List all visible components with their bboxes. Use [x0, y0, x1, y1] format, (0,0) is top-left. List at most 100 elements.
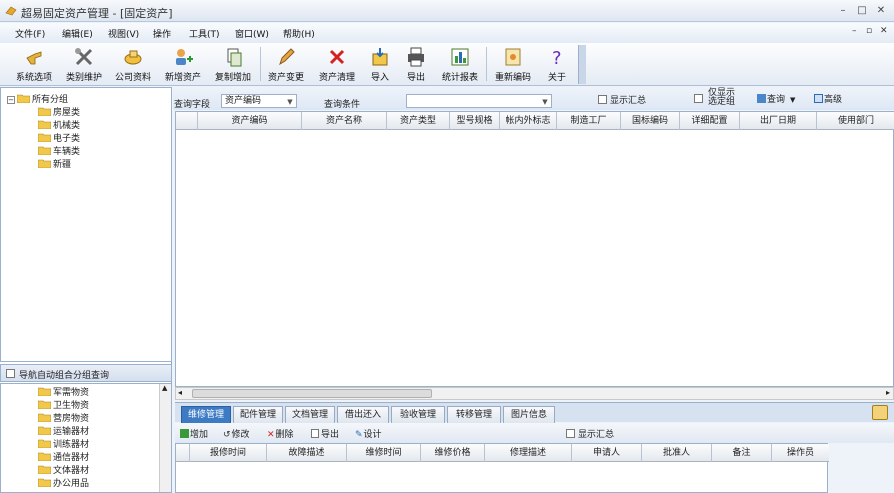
repair-delete-button[interactable]: ✕删除	[267, 427, 294, 440]
repair-add-button[interactable]: 增加	[180, 427, 208, 440]
scroll-right-icon[interactable]: ▸	[886, 388, 890, 397]
query-condition-input[interactable]: ▼	[406, 94, 552, 108]
only-selected-checkbox[interactable]	[694, 94, 703, 103]
repair-edit-button[interactable]: ↺修改	[223, 427, 250, 440]
column-header[interactable]: 资产类型	[387, 112, 450, 130]
menu-operate[interactable]: 操作	[153, 27, 171, 40]
column-header[interactable]: 型号规格	[450, 112, 500, 130]
mdi-close-button[interactable]: ✕	[880, 26, 888, 36]
tab-documents[interactable]: 文档管理	[285, 406, 335, 423]
nav-tree-scrollbar[interactable]: ▲	[159, 384, 171, 492]
repair-show-summary-checkbox[interactable]	[566, 429, 575, 438]
menu-tools[interactable]: 工具(T)	[189, 27, 220, 40]
column-header[interactable]: 资产名称	[302, 112, 387, 130]
nav-auto-group-header[interactable]: 导航自动组合分组查询	[0, 364, 172, 382]
asset-change-button[interactable]: 资产变更	[263, 46, 309, 84]
copy-add-button[interactable]: 复制增加	[210, 46, 256, 84]
column-header[interactable]: 故障描述	[267, 444, 347, 462]
window-title: 超易固定资产管理 - [固定资产]	[21, 7, 173, 20]
menu-view[interactable]: 视图(V)	[108, 27, 139, 40]
import-button[interactable]: 导入	[365, 46, 395, 84]
scroll-left-icon[interactable]: ◂	[178, 388, 182, 397]
nav-item[interactable]: 通信器材	[38, 450, 89, 463]
panel-option-icon[interactable]	[872, 405, 888, 420]
toolbar: 系统选项 类别维护 公司资料 新增资产 复制增加 资产变更 资产清理 导入 导出…	[0, 43, 894, 86]
row-indicator-header	[176, 112, 198, 130]
tree-root[interactable]: − 所有分组	[7, 92, 68, 105]
collapse-icon[interactable]: −	[7, 96, 15, 104]
tab-repair[interactable]: 维修管理	[181, 406, 231, 423]
recode-button[interactable]: 重新编码	[490, 46, 536, 84]
tab-pictures[interactable]: 图片信息	[503, 406, 555, 423]
show-summary-option[interactable]: 显示汇总	[598, 93, 646, 106]
tab-lend-return[interactable]: 借出还入	[337, 406, 389, 423]
tree-item-xinjiang[interactable]: 新疆	[38, 157, 71, 170]
folder-icon	[38, 452, 51, 461]
asset-grid-hscrollbar[interactable]: ◂ ▸	[175, 387, 894, 400]
column-header[interactable]: 详细配置	[680, 112, 740, 130]
tab-acceptance[interactable]: 验收管理	[391, 406, 445, 423]
tab-parts[interactable]: 配件管理	[233, 406, 283, 423]
column-header[interactable]: 出厂日期	[740, 112, 817, 130]
column-header[interactable]: 国标编码	[621, 112, 680, 130]
nav-item[interactable]: 卫生物资	[38, 398, 89, 411]
column-header[interactable]: 修理描述	[485, 444, 572, 462]
delete-x-icon	[329, 49, 345, 65]
scroll-up-icon[interactable]: ▲	[162, 384, 167, 392]
column-header[interactable]: 使用部门	[817, 112, 894, 130]
query-field-select[interactable]: 资产编码 ▼	[221, 94, 297, 108]
column-header[interactable]: 资产编码	[198, 112, 302, 130]
menu-help[interactable]: 帮助(H)	[283, 27, 315, 40]
company-info-button[interactable]: 公司资料	[110, 46, 156, 84]
menu-file[interactable]: 文件(F)	[15, 27, 45, 40]
column-header[interactable]: 申请人	[572, 444, 642, 462]
folder-icon	[38, 120, 51, 129]
nav-item[interactable]: 军需物资	[38, 385, 89, 398]
export-button[interactable]: 导出	[401, 46, 431, 84]
tree-item-electronic[interactable]: 电子类	[38, 131, 80, 144]
nav-item[interactable]: 营房物资	[38, 411, 89, 424]
repair-design-button[interactable]: ✎设计	[355, 427, 382, 440]
repair-grid[interactable]: 报修时间 故障描述 维修时间 维修价格 修理描述 申请人 批准人 备注 操作员	[175, 443, 829, 493]
column-header[interactable]: 制造工厂	[557, 112, 621, 130]
column-header[interactable]: 操作员	[772, 444, 829, 462]
column-header[interactable]: 维修时间	[347, 444, 421, 462]
asset-clear-button[interactable]: 资产清理	[314, 46, 360, 84]
mdi-restore-button[interactable]: ▫	[866, 26, 872, 36]
column-header[interactable]: 备注	[712, 444, 772, 462]
asset-grid[interactable]: 资产编码 资产名称 资产类型 型号规格 帐内外标志 制造工厂 国标编码 详细配置…	[175, 111, 894, 387]
tree-item-machine[interactable]: 机械类	[38, 118, 80, 131]
maximize-button[interactable]: □	[855, 4, 869, 18]
tab-transfer[interactable]: 转移管理	[447, 406, 501, 423]
nav-item[interactable]: 文体器材	[38, 463, 89, 476]
query-dropdown-icon[interactable]: ▼	[790, 96, 795, 104]
about-button[interactable]: ? 关于	[542, 46, 572, 84]
tree-item-vehicle[interactable]: 车辆类	[38, 144, 80, 157]
add-asset-button[interactable]: 新增资产	[160, 46, 206, 84]
column-header[interactable]: 批准人	[642, 444, 712, 462]
minimize-button[interactable]: –	[836, 4, 850, 18]
column-header[interactable]: 维修价格	[421, 444, 485, 462]
close-button[interactable]: ✕	[874, 4, 888, 18]
repair-design-label: 设计	[363, 430, 382, 440]
query-button[interactable]: 查询 ▼	[757, 92, 795, 105]
system-options-button[interactable]: 系统选项	[11, 46, 57, 84]
nav-item[interactable]: 运输器材	[38, 424, 89, 437]
repair-show-summary-option[interactable]: 显示汇总	[566, 427, 614, 440]
mdi-minimize-button[interactable]: –	[852, 26, 857, 36]
advanced-button[interactable]: 高级	[814, 92, 842, 105]
nav-item[interactable]: 办公用品	[38, 476, 89, 489]
nav-item[interactable]: 训练器材	[38, 437, 89, 450]
show-summary-checkbox[interactable]	[598, 95, 607, 104]
toolbar-overflow-chevron-icon[interactable]	[578, 45, 586, 84]
nav-auto-group-checkbox[interactable]	[6, 369, 15, 378]
statistics-report-button[interactable]: 统计报表	[438, 46, 482, 84]
category-maintain-button[interactable]: 类别维护	[62, 46, 106, 84]
menu-window[interactable]: 窗口(W)	[235, 27, 269, 40]
menu-edit[interactable]: 编辑(E)	[62, 27, 93, 40]
column-header[interactable]: 帐内外标志	[500, 112, 557, 130]
scroll-thumb[interactable]	[192, 389, 432, 398]
repair-export-button[interactable]: 导出	[311, 427, 339, 440]
column-header[interactable]: 报修时间	[190, 444, 267, 462]
tree-item-house[interactable]: 房屋类	[38, 105, 80, 118]
